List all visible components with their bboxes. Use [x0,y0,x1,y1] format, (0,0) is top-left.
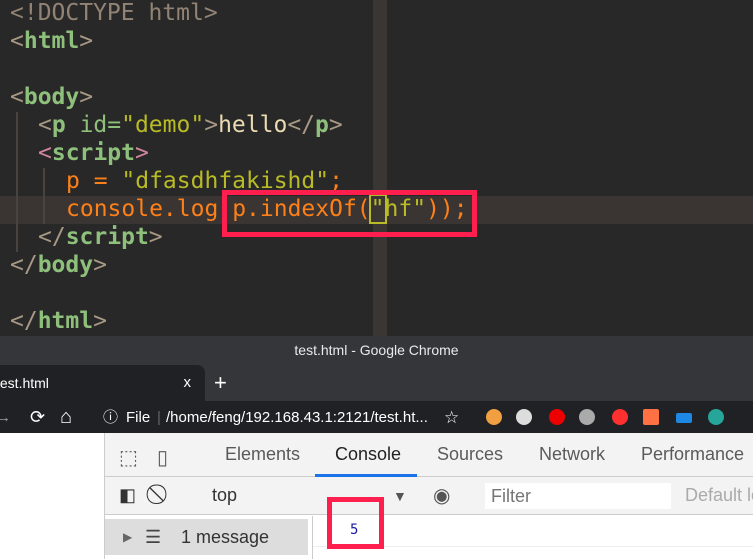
extension-icon-4[interactable] [579,409,595,425]
filter-input[interactable] [485,483,671,509]
url-scheme: File [126,409,151,426]
punct: > [204,112,219,138]
sidebar-toggle-icon[interactable]: ◧ [119,485,136,506]
punct: </ [287,112,316,138]
extension-icon-7[interactable] [676,413,692,423]
annotation-box-output [327,497,384,549]
sidebar-item-messages[interactable]: ▶ ☰ 1 message [105,519,308,555]
list-icon: ☰ [145,527,162,547]
attr-value: "demo" [121,112,205,138]
punct: < [38,112,52,138]
tag: html [37,308,94,334]
code-editor[interactable]: <!DOCTYPE html> <html> <body> <p id="dem… [0,0,753,336]
tag: body [37,252,94,278]
tab-sources[interactable]: Sources [437,444,503,465]
home-icon[interactable]: ⌂ [60,401,72,434]
browser-toolbar: → ⟳ ⌂ ⓘ File | /home/feng/192.168.43.1:2… [0,401,753,434]
page-viewport [0,433,104,559]
device-toolbar-icon[interactable]: ▯ [157,445,168,470]
forward-icon[interactable]: → [0,401,11,434]
tag: body [23,84,80,110]
context-select[interactable]: top [212,485,237,506]
attr: id= [65,112,122,138]
extension-icon-6[interactable] [643,409,659,425]
code-line-4: <body> [10,84,93,112]
tab-network[interactable]: Network [539,444,605,465]
tag: html [23,28,80,54]
extension-icon-2[interactable] [516,409,532,425]
punct: > [328,112,343,138]
extension-icon-3[interactable] [549,409,565,425]
doctype: <!DOCTYPE html> [10,0,218,26]
call: console.log [66,196,219,222]
code-line-10: </body> [10,252,107,280]
console-sidebar: ▶ ☰ 1 message [105,516,310,559]
log-levels-select[interactable]: Default le [685,485,753,506]
editor-ruler [373,0,387,336]
tab-title: test.html [0,375,49,391]
code-line-5: <p id="demo">hello</p> [38,112,343,140]
eye-icon[interactable]: ◉ [433,483,450,508]
code-line-2: <html> [10,28,93,56]
tab-close-icon[interactable]: x [184,365,192,401]
punct: </ [38,224,66,250]
tab-console[interactable]: Console [335,444,401,465]
extension-icon-8[interactable] [708,409,724,425]
variable: p = [66,168,122,194]
new-tab-button[interactable]: + [214,365,227,401]
code-line-6: <script> [38,140,149,168]
punct: < [10,28,24,54]
tag: script [65,224,149,250]
text: hello [218,112,288,138]
tab-performance[interactable]: Performance [641,444,744,465]
info-icon[interactable]: ⓘ [103,401,118,434]
console-toolbar: ◧ ⃠ top ▼ ◉ Default le [105,477,753,515]
code-line-1: <!DOCTYPE html> [10,0,218,28]
tag: script [51,140,135,166]
punct: > [79,84,94,110]
extension-icon-1[interactable] [486,409,502,425]
code-line-9: </script> [38,224,163,252]
punct: </ [10,252,38,278]
punct: < [10,84,24,110]
tag: p [51,112,66,138]
chevron-down-icon[interactable]: ▼ [393,488,407,504]
extension-icon-5[interactable] [612,409,628,425]
indent-guide [43,168,45,224]
code-line-12: </html> [10,308,107,336]
separator: | [157,409,161,426]
devtools-tabbar: ⬚ ▯ Elements Console Sources Network Per… [105,433,753,477]
browser-tab[interactable]: test.html x [0,365,205,401]
inspect-element-icon[interactable]: ⬚ [119,445,138,470]
tab-elements[interactable]: Elements [225,444,300,465]
punct: > [93,308,107,334]
punct: > [134,140,149,166]
messages-label: 1 message [181,527,270,547]
tag: p [315,112,329,138]
punct: < [38,140,52,166]
reload-icon[interactable]: ⟳ [30,401,45,434]
annotation-box-code [222,190,477,237]
punct: > [79,28,94,54]
bookmark-star-icon[interactable]: ☆ [444,401,459,434]
expand-triangle-icon: ▶ [123,530,133,544]
punct: > [93,252,107,278]
address-bar[interactable]: /home/feng/192.168.43.1:2121/test.ht... [166,401,428,434]
window-title: test.html - Google Chrome [294,342,459,358]
punct: </ [10,308,38,334]
devtools-panel: ⬚ ▯ Elements Console Sources Network Per… [104,433,753,559]
indent-guide [16,112,18,252]
punct: > [148,224,163,250]
